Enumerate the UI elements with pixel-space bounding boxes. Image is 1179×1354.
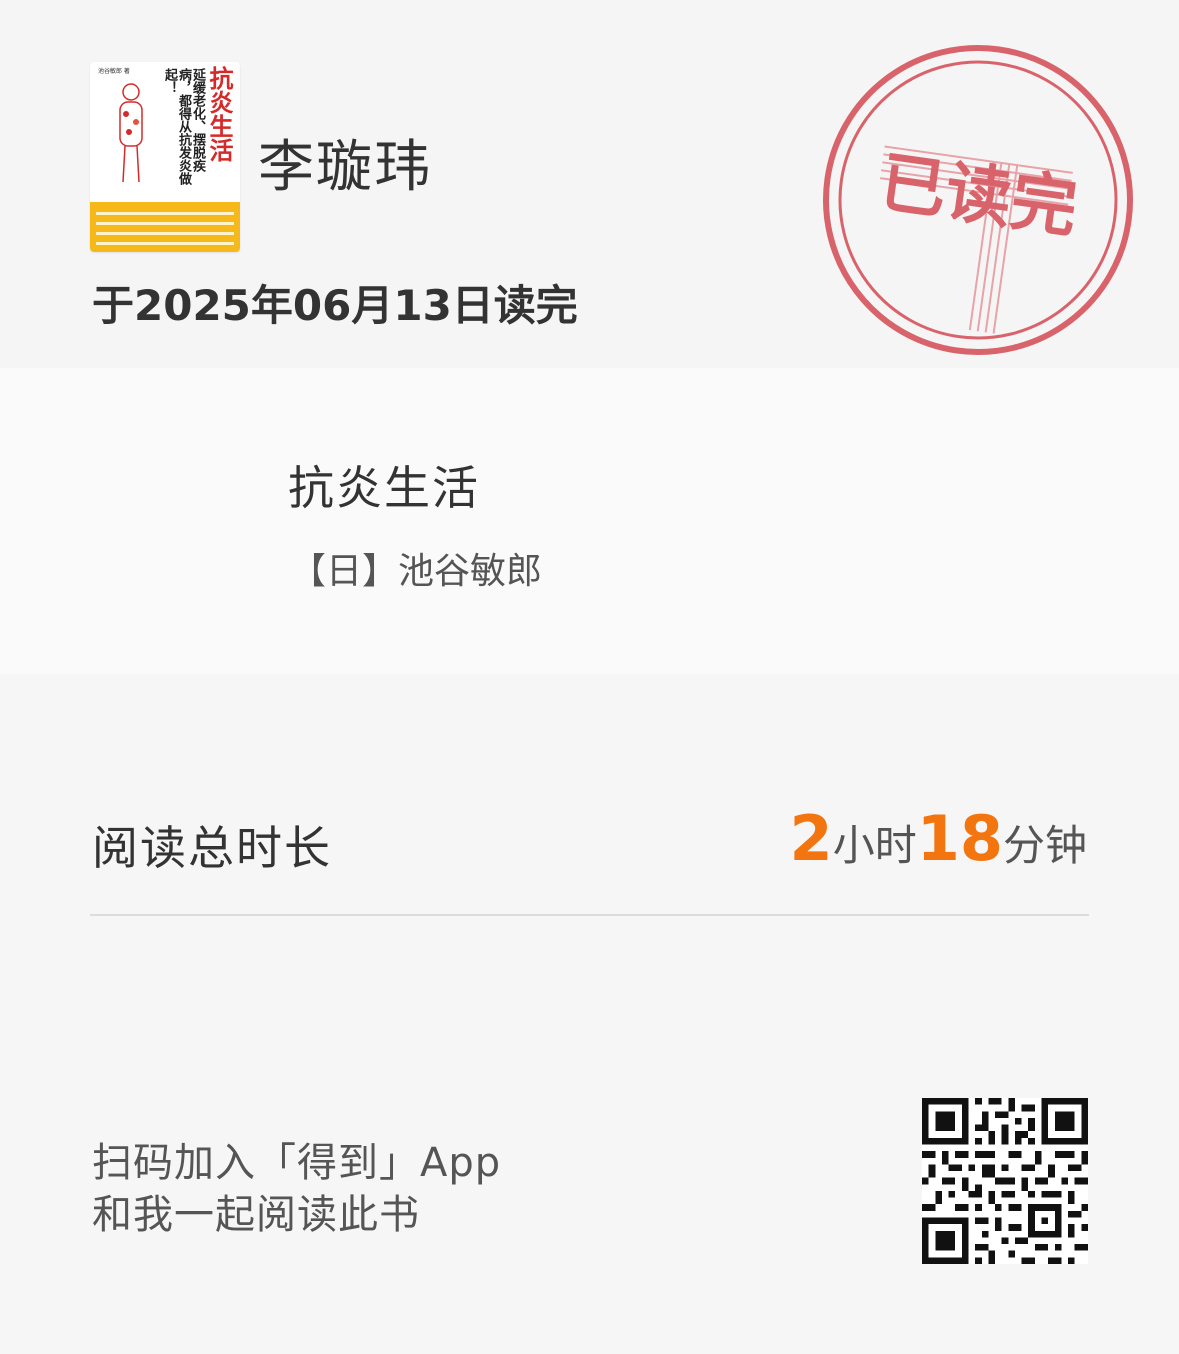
book-section[interactable]	[0, 368, 1179, 674]
book-cover[interactable]: 池谷敏郎 著 延缓老化、摆脱疾病，都得从抗发炎做起！ 抗炎生活	[90, 62, 240, 252]
duration-hours: 2	[789, 802, 833, 875]
stamp-text: 已读完	[875, 143, 1082, 248]
duration-minutes: 18	[916, 802, 1003, 875]
duration-hours-unit: 小时	[832, 821, 917, 870]
reading-duration-label: 阅读总时长	[92, 821, 332, 875]
book-title[interactable]: 抗炎生活	[288, 452, 480, 518]
scan-prompt-line1: 扫码加入「得到」App	[92, 1140, 502, 1186]
duration-minutes-unit: 分钟	[1002, 821, 1087, 870]
cover-subtitle: 延缓老化、摆脱疾病，都得从抗发炎做起！	[162, 68, 205, 185]
divider	[90, 914, 1089, 916]
cover-yellow-band	[90, 202, 240, 252]
scan-prompt-line2: 和我一起阅读此书	[92, 1192, 420, 1238]
cover-author: 池谷敏郎 著	[98, 68, 130, 75]
finished-stamp-icon: 已读完	[823, 45, 1133, 355]
qr-code-icon[interactable]	[922, 1098, 1088, 1264]
finished-date: 于2025年06月13日读完	[92, 281, 578, 330]
book-author: 【日】池谷敏郎	[290, 551, 543, 592]
reading-duration-value: 2小时18分钟	[790, 802, 1087, 875]
cover-title: 抗炎生活	[205, 66, 233, 162]
username: 李璇玮	[258, 135, 432, 200]
cover-body-illustration	[119, 83, 143, 183]
